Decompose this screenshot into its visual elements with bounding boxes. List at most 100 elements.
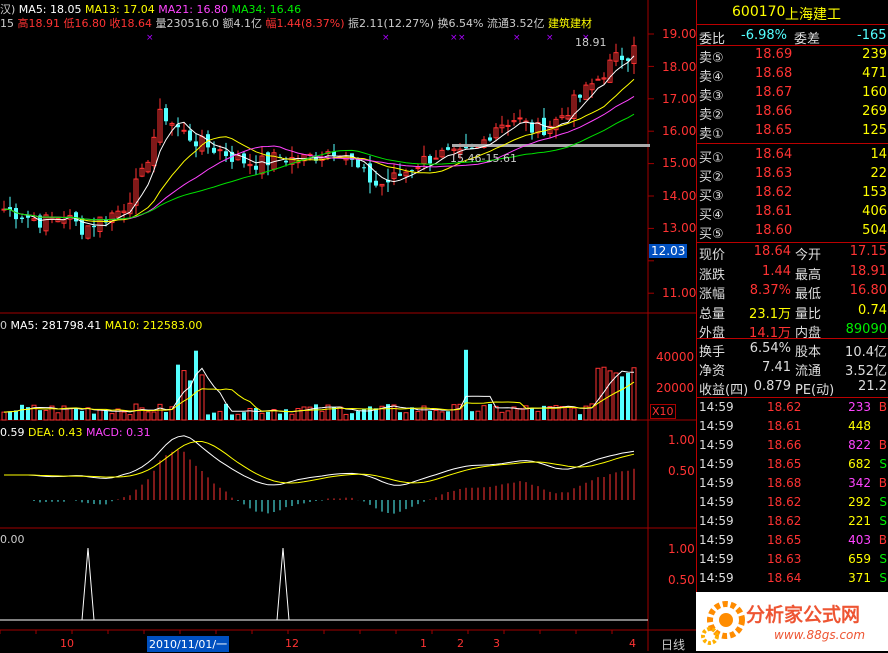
trade-time: 14:59 — [699, 457, 734, 471]
ask-price: 18.69 — [755, 47, 793, 62]
volume-bar — [493, 405, 499, 421]
volume-bar — [278, 413, 282, 420]
bid-row: 买③ 18.62 153 — [697, 184, 888, 204]
wc-value: -165 — [857, 28, 887, 43]
volume-bar — [38, 410, 42, 420]
ask-price: 18.68 — [755, 66, 793, 81]
kline-chart-area[interactable]: × × × × × × × 汉) MA5: 18.05 MA13: 17.04 MA21: … — [0, 0, 697, 653]
marker-x: × — [513, 33, 521, 43]
ask-volume: 269 — [862, 104, 887, 119]
period-label[interactable]: 日线 — [661, 636, 685, 653]
stat-row: 收益(四) 0.879 PE(动) 21.2 — [697, 378, 888, 398]
quote-value: 0.74 — [858, 302, 887, 318]
macd-header: 0.59 DEA: 0.43 MACD: 0.31 — [0, 426, 151, 439]
trade-time: 14:59 — [699, 533, 734, 547]
macd-tick: 0.50 — [668, 464, 695, 478]
panel-divider — [697, 242, 888, 243]
trade-side: S — [879, 457, 887, 471]
candle-body — [224, 151, 228, 157]
price-tick: 14.00 — [662, 189, 697, 203]
stat-value: 7.41 — [762, 360, 791, 375]
quote-label: 涨幅 — [699, 287, 726, 302]
volume-bar — [97, 409, 103, 421]
close-value: 收18.64 — [109, 17, 153, 30]
volume-bar — [284, 409, 288, 420]
panel-divider — [697, 338, 888, 339]
volume-bar — [301, 406, 307, 421]
price-tick: 19.00 — [662, 27, 697, 41]
volume-bar — [481, 405, 487, 421]
amount-value: 额4.1亿 — [222, 17, 263, 30]
marker-x: × — [382, 33, 390, 43]
candle-body — [362, 167, 366, 169]
trade-price: 18.68 — [767, 476, 802, 490]
bid-volume: 504 — [862, 223, 887, 238]
ma-lines-group — [3, 55, 635, 227]
amplitude-value: 振2.11(12.27%) — [348, 17, 435, 30]
sector-label[interactable]: 建筑建材 — [548, 17, 592, 30]
trade-time: 14:59 — [699, 514, 734, 528]
trade-volume: 659 — [848, 552, 871, 566]
volume-bar — [439, 411, 445, 421]
volume-bars-group — [1, 349, 637, 421]
candle-body — [505, 124, 511, 127]
trade-volume: 448 — [848, 419, 871, 433]
vol-ma10: MA10: 212583.00 — [104, 319, 203, 332]
volume-bar — [181, 370, 187, 421]
candle-body — [181, 129, 187, 132]
macd-dif: 0.59 — [0, 426, 25, 439]
stat-label: 收益(四) — [699, 383, 749, 398]
volume-bar — [289, 413, 295, 421]
bid-price: 18.60 — [755, 223, 793, 238]
candle-body — [446, 147, 450, 150]
panel-divider — [697, 45, 888, 46]
trade-volume: 822 — [848, 438, 871, 452]
candle-body — [212, 147, 216, 153]
price-tick: 18.00 — [662, 60, 697, 74]
bid-label: 买③ — [699, 189, 724, 204]
date-tick: 4 — [629, 637, 636, 650]
trade-side: S — [879, 495, 887, 509]
volume-bar — [530, 408, 534, 420]
quote-label: 总量 — [699, 306, 726, 322]
volume-bar — [121, 411, 127, 421]
marker-x: × — [450, 33, 458, 43]
volume-bar — [505, 410, 511, 421]
volume-bar — [470, 411, 474, 420]
volume-bar — [55, 412, 61, 421]
quote-label: 涨跌 — [699, 267, 726, 283]
ask-label: 卖⑤ — [699, 51, 724, 66]
stat-value: 10.4亿 — [845, 345, 887, 360]
candle-body — [620, 55, 624, 60]
signal-tick: 1.00 — [668, 542, 695, 556]
turnover-value: 换6.54% — [437, 17, 484, 30]
stat-label: 换手 — [699, 345, 726, 360]
macd-dea: DEA: 0.43 — [28, 426, 83, 439]
volume-bar — [613, 372, 619, 421]
ask-label: 卖③ — [699, 89, 724, 104]
volume-value: 量230516.0 — [155, 17, 220, 30]
volume-bar — [464, 349, 468, 420]
volume-bar — [410, 407, 414, 420]
trade-row: 14:59 18.66 822 B — [697, 437, 888, 456]
candle-body — [517, 117, 523, 120]
trade-row: 14:59 18.68 342 B — [697, 475, 888, 494]
trade-volume: 221 — [848, 514, 871, 528]
trade-time: 14:59 — [699, 552, 734, 566]
candle-body — [74, 212, 78, 222]
trade-price: 18.64 — [767, 571, 802, 585]
panel-divider — [697, 143, 888, 144]
vol-tick: 40000 — [656, 350, 695, 364]
trade-side: S — [879, 552, 887, 566]
macd-tick: 1.00 — [668, 433, 695, 447]
volume-bar — [314, 404, 318, 420]
ask-volume: 125 — [862, 123, 887, 138]
quote-value: 17.15 — [849, 244, 887, 259]
volume-bar — [20, 404, 24, 420]
date-tick: 10 — [60, 637, 74, 650]
volume-bar — [565, 406, 571, 421]
volume-bar — [475, 410, 481, 421]
quote-panel: 600170 上海建工 委比 -6.98% 委差 -165 卖⑤ 18.69 239… — [696, 0, 888, 651]
high-annotation: 18.91 — [575, 36, 607, 49]
trade-price: 18.62 — [767, 514, 802, 528]
